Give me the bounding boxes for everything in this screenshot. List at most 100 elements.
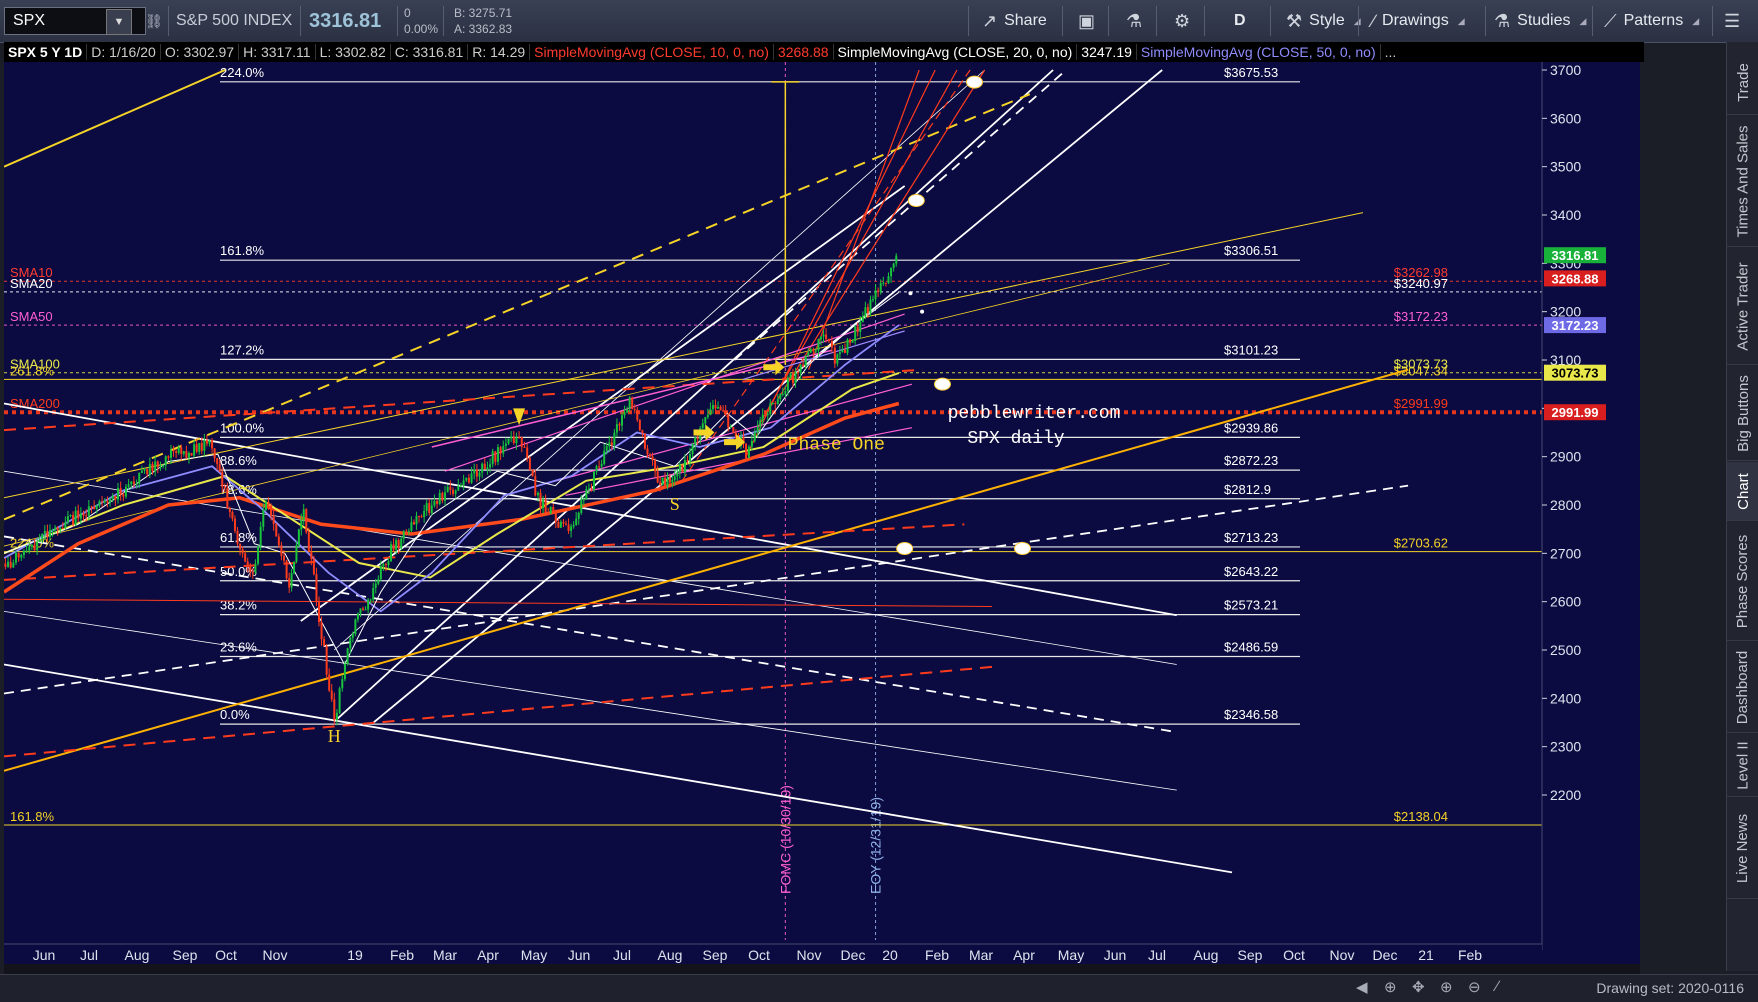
pivot-dot <box>920 309 925 314</box>
symbol-dropdown-icon[interactable]: ▼ <box>106 9 132 35</box>
candle-body <box>454 490 457 494</box>
candle-body <box>714 405 717 409</box>
side-tab-big-buttons[interactable]: Big Buttons <box>1727 366 1758 461</box>
scroll-left-icon[interactable]: ◀ <box>1356 978 1368 996</box>
pivot-marker <box>933 377 951 391</box>
candle-body <box>280 545 283 556</box>
annotation-s: S <box>670 494 680 514</box>
x-axis-tick-label: Aug <box>125 947 150 963</box>
side-tab-chart[interactable]: Chart <box>1727 462 1758 521</box>
sma20-study-label[interactable]: SimpleMovingAvg (CLOSE, 20, 0, no) <box>834 44 1078 60</box>
candle-body <box>507 438 510 444</box>
sma50-study-label[interactable]: SimpleMovingAvg (CLOSE, 50, 0, no) <box>1137 44 1381 60</box>
candle-body <box>444 492 447 501</box>
candle-body <box>221 471 224 487</box>
candle-body <box>641 430 644 434</box>
candle-body <box>203 440 206 451</box>
fib-level-value: $2643.22 <box>1224 564 1278 579</box>
candle-body <box>827 338 830 342</box>
y-axis-tick-label: 2300 <box>1550 739 1581 755</box>
candle-body <box>177 447 180 453</box>
patterns-button[interactable]: ⟋ Patterns ◢ <box>1604 0 1699 42</box>
candle-body <box>678 464 681 473</box>
price-chart[interactable]: FOMC (10/30/19) EOY (12/31/19) 224.0% $3675… <box>4 62 1640 964</box>
bar-close: C: 3316.81 <box>391 44 469 60</box>
candle-body <box>694 437 697 445</box>
candle-body <box>418 515 421 517</box>
candle-body <box>794 372 797 384</box>
sma10-study-label[interactable]: SimpleMovingAvg (CLOSE, 10, 0, no) <box>530 44 774 60</box>
candle-body <box>425 503 428 511</box>
side-tab-dashboard[interactable]: Dashboard <box>1727 642 1758 733</box>
settings-button[interactable]: ⚙ <box>1174 0 1190 42</box>
candle-body <box>766 414 769 416</box>
candle-body <box>671 480 674 483</box>
side-tab-trade[interactable]: Trade <box>1727 50 1758 115</box>
x-axis-tick-label: Apr <box>477 947 499 963</box>
candle-body <box>849 339 852 343</box>
candle-body <box>17 553 20 558</box>
aggregation-button[interactable]: D <box>1234 0 1246 42</box>
zoom-out-icon[interactable]: ⊖ <box>1468 978 1481 996</box>
y-axis-tick-label: 2800 <box>1550 497 1581 513</box>
candle-body <box>711 405 714 410</box>
candle-body <box>696 437 699 440</box>
side-tab-live-news[interactable]: Live News <box>1727 798 1758 899</box>
candle-body <box>172 450 175 452</box>
candle-body <box>727 414 730 428</box>
candle-body <box>211 440 214 449</box>
share-button[interactable]: ↗ Share <box>982 0 1047 42</box>
x-axis-tick-label: 20 <box>882 947 898 963</box>
side-tab-times-and-sales[interactable]: Times And Sales <box>1727 116 1758 247</box>
red-dashed-low <box>4 665 993 758</box>
candle-body <box>390 544 393 562</box>
candle-body <box>175 451 178 453</box>
divider <box>168 6 169 36</box>
sma-level-value: $3073.73 <box>1394 357 1448 372</box>
red-thin-low <box>4 598 992 607</box>
drawings-button[interactable]: ∕ Drawings ◢ <box>1372 0 1465 42</box>
crosshair-icon[interactable]: ⊕ <box>1384 978 1397 996</box>
chart-canvas[interactable]: FOMC (10/30/19) EOY (12/31/19)224.0% $3675… <box>4 62 1640 964</box>
candle-body <box>804 355 807 366</box>
candle-body <box>349 637 352 649</box>
y-axis-tick-label: 3400 <box>1550 207 1581 223</box>
candle-body <box>182 451 185 454</box>
style-button[interactable]: ⚒ Style ◢ <box>1286 0 1361 42</box>
toolbar: SPX ▼ ⛓ S&P 500 INDEX 3316.81 0 0.00% B:… <box>0 0 1758 43</box>
candle-body <box>302 509 305 521</box>
candle-body <box>343 663 346 680</box>
chart-gallery-button[interactable]: ▣ <box>1078 0 1095 42</box>
candle-body <box>534 476 537 496</box>
candle-body <box>869 299 872 314</box>
candle-body <box>423 510 426 518</box>
more-studies[interactable]: ... <box>1381 44 1401 60</box>
studies-button[interactable]: ⚗ Studies ◢ <box>1494 0 1586 42</box>
pan-icon[interactable]: ✥ <box>1412 978 1425 996</box>
candle-body <box>127 484 130 487</box>
flask-button[interactable]: ⚗ <box>1126 0 1142 42</box>
candle-body <box>395 540 398 550</box>
y-axis-tick-label: 2600 <box>1550 594 1581 610</box>
candle-body <box>593 471 596 490</box>
menu-button[interactable]: ☰ <box>1724 0 1740 42</box>
candle-body <box>564 523 567 525</box>
zoom-in-icon[interactable]: ⊕ <box>1440 978 1453 996</box>
link-icon[interactable]: ⛓ <box>145 0 163 42</box>
candle-body <box>295 545 298 562</box>
draw-line-icon[interactable]: ∕ <box>1496 978 1499 995</box>
candle-body <box>198 443 201 452</box>
side-tab-active-trader[interactable]: Active Trader <box>1727 248 1758 365</box>
side-tab-level-ii[interactable]: Level II <box>1727 734 1758 797</box>
arrow-down-icon <box>513 408 526 426</box>
x-axis-tick-label: May <box>1058 947 1084 963</box>
pivot-marker <box>965 75 983 89</box>
candle-body <box>654 460 657 472</box>
candle-body <box>30 544 33 547</box>
candle-body <box>706 415 709 418</box>
y-axis-tick-label: 2200 <box>1550 787 1581 803</box>
candle-body <box>267 501 270 506</box>
side-tab-phase-scores[interactable]: Phase Scores <box>1727 522 1758 641</box>
side-tab-label: Trade <box>1734 62 1752 102</box>
candle-body <box>784 391 787 394</box>
